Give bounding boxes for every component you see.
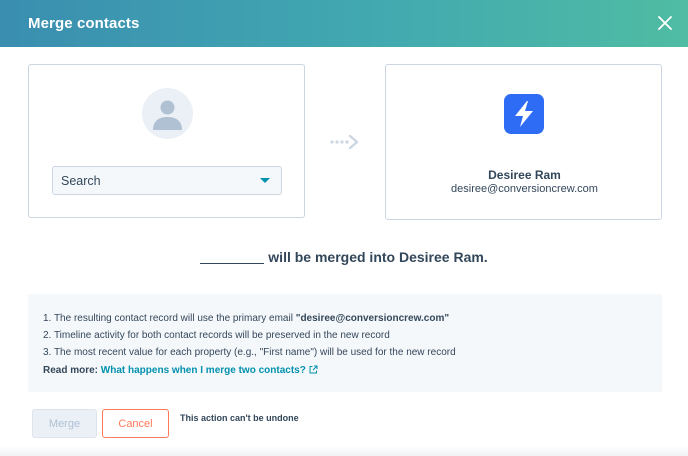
info-line-1-text: 1. The resulting contact record will use… (43, 313, 296, 324)
merge-source-card: Search (28, 64, 305, 218)
info-line-1: 1. The resulting contact record will use… (43, 310, 662, 327)
merge-button[interactable]: Merge (32, 409, 97, 438)
dotted-arrow-right-icon (330, 134, 359, 150)
merge-info-box: 1. The resulting contact record will use… (28, 294, 662, 392)
merge-statement-text: will be merged into Desiree Ram. (268, 249, 488, 265)
info-line-2: 2. Timeline activity for both contact re… (43, 330, 390, 342)
footer-divider (0, 446, 688, 456)
info-line-1-email: "desiree@conversioncrew.com" (295, 313, 450, 324)
info-line-3: 3. The most recent value for each proper… (43, 347, 456, 359)
caret-down-icon (260, 178, 270, 183)
read-more-label: Read more: (43, 364, 99, 376)
target-contact-email: desiree@conversioncrew.com (451, 183, 598, 195)
modal-header: Merge contacts (0, 0, 688, 47)
merge-target-card: Desiree Ram desiree@conversioncrew.com (385, 64, 662, 220)
target-contact-name: Desiree Ram (488, 168, 561, 182)
close-icon (658, 16, 672, 30)
modal-title: Merge contacts (28, 15, 140, 32)
read-more-line: Read more: What happens when I merge two… (43, 362, 662, 379)
person-avatar-icon (142, 88, 193, 139)
merge-help-link-text: What happens when I merge two contacts? (100, 364, 306, 376)
close-button[interactable] (654, 12, 676, 34)
merge-help-link[interactable]: What happens when I merge two contacts? (101, 365, 318, 376)
external-link-icon (309, 365, 318, 374)
lightning-bolt-logo-icon (504, 94, 544, 134)
contact-search-dropdown[interactable]: Search (52, 166, 282, 195)
source-contact-placeholder (200, 252, 265, 264)
merge-statement: will be merged into Desiree Ram. (0, 249, 688, 265)
irreversible-warning: This action can't be undone (180, 413, 299, 423)
search-dropdown-value: Search (61, 173, 101, 188)
cancel-button[interactable]: Cancel (102, 409, 169, 438)
